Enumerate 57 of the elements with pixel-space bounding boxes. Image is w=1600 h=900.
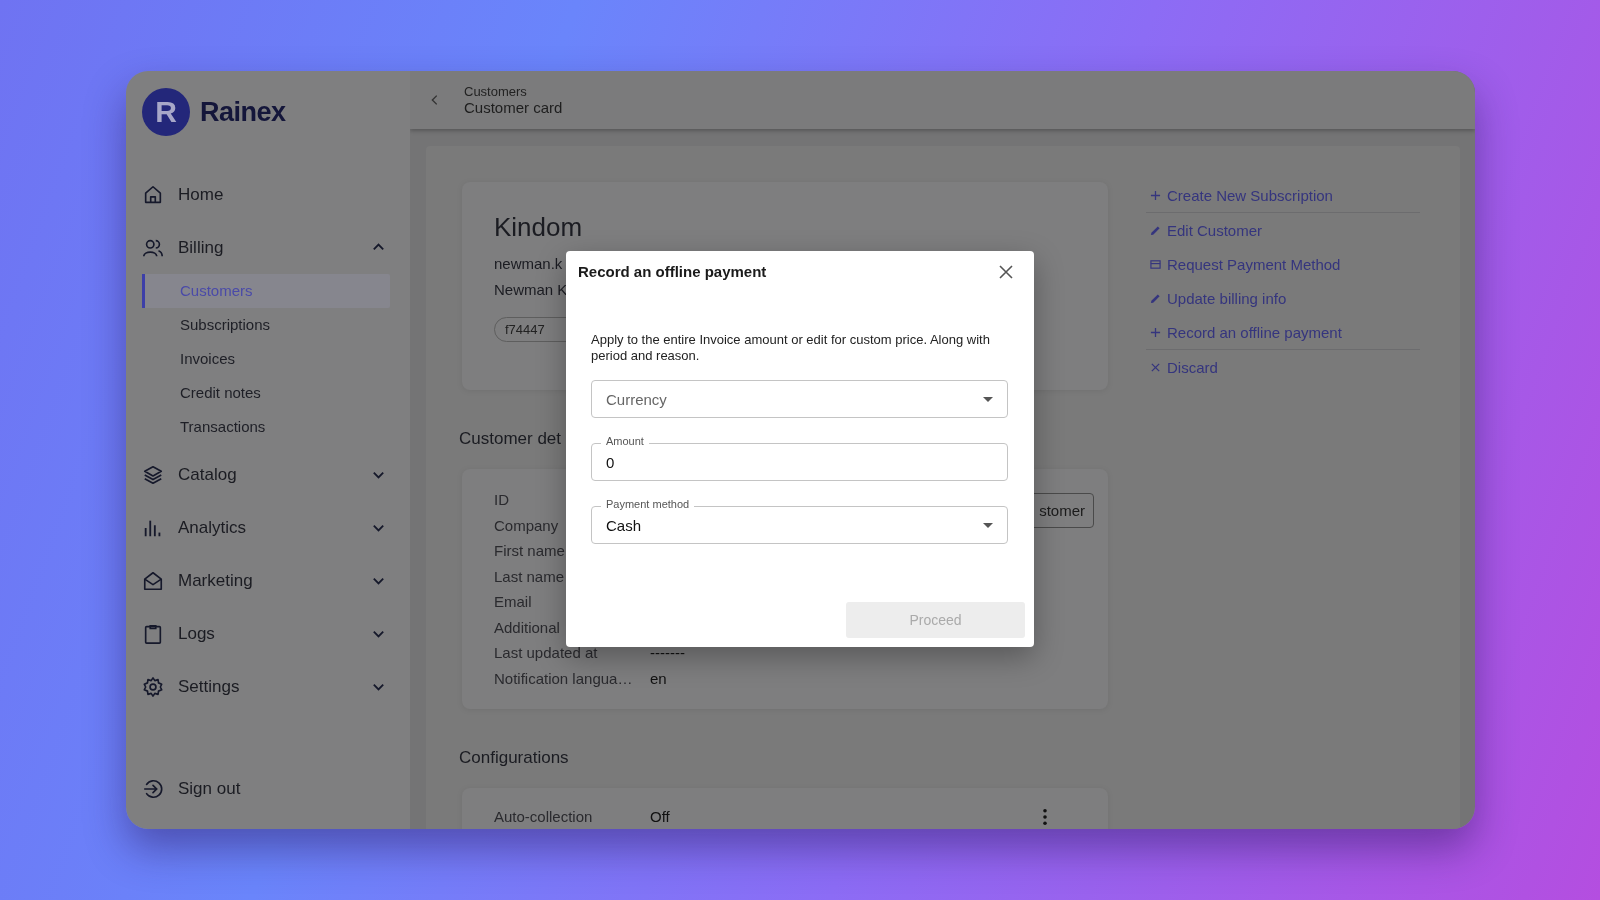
section-title: Configurations xyxy=(459,748,569,767)
page-title: Customer card xyxy=(464,99,563,116)
close-icon xyxy=(1150,361,1161,373)
dialog-title: Record an offline payment xyxy=(578,263,767,280)
more-icon[interactable] xyxy=(1042,807,1048,826)
action-link[interactable]: Record an offline payment xyxy=(1146,323,1342,341)
close-icon[interactable] xyxy=(998,263,1014,280)
settings-icon xyxy=(142,675,164,698)
customer-name: Kindom xyxy=(494,212,583,243)
field-label: First name xyxy=(494,542,565,560)
action-link[interactable]: Edit Customer xyxy=(1146,221,1263,239)
nav-item[interactable]: Catalog xyxy=(142,448,394,501)
sub-nav-item[interactable]: Subscriptions xyxy=(142,308,390,342)
sign-out-link[interactable]: Sign out xyxy=(142,769,394,809)
field-label: ID xyxy=(494,491,509,509)
nav-item[interactable]: Marketing xyxy=(142,554,394,607)
caret-icon xyxy=(983,523,993,529)
nav-item[interactable]: Logs xyxy=(142,607,394,660)
action-link[interactable]: Create New Subscription xyxy=(1146,186,1333,204)
field-value: Off xyxy=(650,808,671,826)
section-title: Customer det xyxy=(459,429,562,448)
breadcrumb-link[interactable]: Customers xyxy=(464,84,563,99)
pencil-icon xyxy=(1150,292,1161,304)
sub-nav-item[interactable]: Invoices xyxy=(142,342,390,376)
sign-out-icon xyxy=(142,778,164,800)
field-value: en xyxy=(650,669,667,687)
layers-icon xyxy=(142,463,164,486)
sub-nav-item[interactable]: Credit notes xyxy=(142,376,390,410)
field-label: Auto-collection xyxy=(494,808,593,826)
pencil-icon xyxy=(1150,224,1161,236)
action-link[interactable]: Discard xyxy=(1146,358,1218,376)
nav-item[interactable]: Analytics xyxy=(142,501,394,554)
field-label: Last updated at xyxy=(494,644,598,662)
field-value: ------- xyxy=(650,644,685,662)
field-label: Email xyxy=(494,593,532,611)
customer-contact: Newman K xyxy=(494,280,568,300)
logo-mark: R xyxy=(142,88,190,136)
action-link[interactable]: Update billing info xyxy=(1146,289,1287,307)
field-label: Company xyxy=(494,516,559,534)
nav-item[interactable]: Billing xyxy=(142,221,394,274)
clipboard-icon xyxy=(142,622,164,645)
home-icon xyxy=(142,183,164,206)
sub-nav-item[interactable]: Customers xyxy=(142,274,390,308)
field-label: Last name xyxy=(494,567,565,585)
logo-text: Rainex xyxy=(200,96,286,128)
plus-icon xyxy=(1150,326,1161,338)
plus-icon xyxy=(1150,189,1161,201)
field-label: Additional xyxy=(494,618,560,636)
customer-email: newman.k xyxy=(494,254,563,274)
nav-item[interactable]: Home xyxy=(142,168,394,221)
caret-icon xyxy=(983,397,993,403)
card-icon xyxy=(1150,258,1161,270)
action-link[interactable]: Request Payment Method xyxy=(1146,255,1341,273)
envelope-icon xyxy=(142,569,164,592)
nav-item[interactable]: Settings xyxy=(142,660,394,713)
sub-nav-item[interactable]: Transactions xyxy=(142,410,390,444)
field-label: Notification langua… xyxy=(494,669,633,687)
